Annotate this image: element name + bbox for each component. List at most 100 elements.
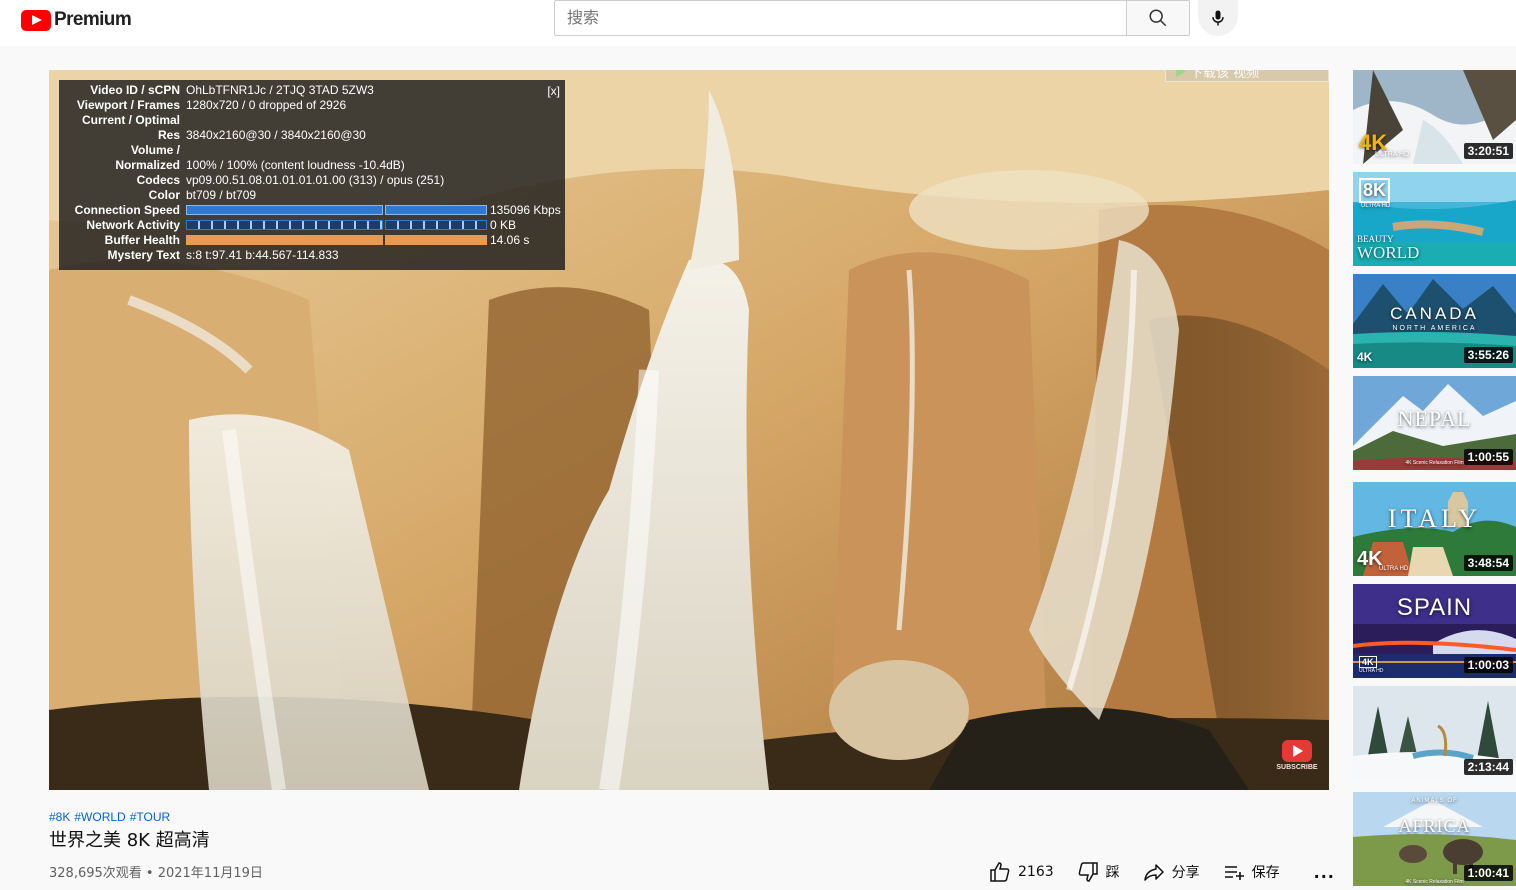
stats-value: 0 KB [490, 218, 517, 232]
video-duration: 1:00:03 [1463, 657, 1513, 673]
stats-label: Normalized [115, 158, 180, 172]
masthead: Premium [0, 0, 1516, 46]
dislike-button[interactable]: 踩 [1076, 860, 1120, 884]
thumbnail-title: WORLD [1357, 243, 1420, 262]
video-meta: 328,695次观看 • 2021年11月19日 [49, 862, 263, 881]
thumbnail-title: NEPAL [1397, 406, 1472, 431]
stats-value: 3840x2160@30 / 3840x2160@30 [186, 128, 366, 142]
thumbnail-badge-sub: ULTRA HD [1375, 151, 1410, 158]
video-duration: 3:55:26 [1463, 347, 1513, 363]
recommended-video-thumbnail[interactable]: SPAIN 4K ULTRA HD 1:00:03 [1353, 584, 1516, 678]
thumbnail-badge: 4K [1357, 350, 1373, 364]
stats-value: s:8 t:97.41 b:44.567-114.833 [186, 248, 339, 262]
hashtag-list: #8K #WORLD #TOUR [49, 810, 170, 824]
recommended-video-thumbnail[interactable]: CANADA NORTH AMERICA 4K 3:55:26 [1353, 274, 1516, 368]
hashtag-link[interactable]: #8K [49, 810, 70, 824]
stats-row: Video ID / sCPN OhLbTFNR1Jc / 2TJQ 3TAD 5… [59, 83, 565, 98]
stats-row: Mystery Text s:8 t:97.41 b:44.567-114.833 [59, 248, 565, 263]
voice-search-button[interactable] [1198, 0, 1238, 36]
thumbnail-badge: 8K [1359, 178, 1391, 203]
connection-speed-graph: 135096 Kbps [186, 203, 561, 218]
recommended-video-thumbnail[interactable]: 2:13:44 [1353, 686, 1516, 780]
download-video-widget[interactable]: ▶ 下载该 视频 [1165, 70, 1329, 82]
video-duration: 3:48:54 [1463, 555, 1513, 571]
buffer-health-graph: 14.06 s [186, 233, 529, 248]
playlist-add-icon [1224, 866, 1244, 880]
search-input[interactable] [554, 0, 1126, 36]
recommended-video-thumbnail[interactable]: 8K ULTRA HD BEAUTY WORLD [1353, 172, 1516, 266]
thumbnail-subtitle: ANIMALS OF [1411, 798, 1458, 804]
thumbnail-title: ITALY [1387, 504, 1482, 533]
video-actions: 2163 踩 分享 保存 ... [988, 860, 1335, 884]
view-count: 328,695次观看 [49, 866, 142, 881]
stats-value: OhLbTFNR1Jc / 2TJQ 3TAD 5ZW3 [186, 83, 374, 97]
stats-value: vp09.00.51.08.01.01.01.01.00 (313) / opu… [186, 173, 445, 187]
subscribe-watermark[interactable]: SUBSCRIBE [1276, 738, 1318, 778]
share-label: 分享 [1171, 865, 1200, 881]
video-duration: 2:13:44 [1463, 759, 1513, 775]
stats-row: Volume / [59, 143, 565, 158]
stats-label: Buffer Health [104, 233, 180, 247]
stats-value: 1280x720 / 0 dropped of 2926 [186, 98, 347, 112]
dislike-label: 踩 [1105, 865, 1120, 881]
share-icon [1143, 864, 1164, 881]
more-icon: ... [1313, 862, 1335, 882]
thumbnail-badge-sub: ULTRA HD [1379, 566, 1409, 572]
youtube-play-logo-icon [21, 9, 51, 31]
stats-label: Mystery Text [107, 248, 180, 262]
stats-label: Current / Optimal [81, 113, 180, 127]
like-count: 2163 [1018, 864, 1054, 880]
thumbnail-badge-sub: ULTRA HD [1359, 668, 1384, 674]
thumbnail-title: SPAIN [1396, 594, 1473, 621]
download-play-icon: ▶ [1176, 70, 1186, 79]
stats-value: 135096 Kbps [490, 203, 561, 217]
hashtag-link[interactable]: #WORLD [74, 810, 125, 824]
share-button[interactable]: 分享 [1142, 860, 1200, 884]
recommended-video-thumbnail[interactable]: ITALY 4K ULTRA HD 3:48:54 [1353, 482, 1516, 576]
logo-text: Premium [54, 9, 132, 30]
subscribe-watermark-label: SUBSCRIBE [1276, 764, 1318, 771]
stats-label: Connection Speed [74, 203, 180, 217]
youtube-premium-logo[interactable]: Premium [21, 8, 132, 32]
stats-label: Viewport / Frames [76, 98, 180, 112]
search-icon [1149, 9, 1167, 27]
stats-close-button[interactable]: [x] [547, 84, 560, 99]
stats-label: Color [148, 188, 180, 202]
video-duration: 1:00:55 [1463, 449, 1513, 465]
more-actions-button[interactable]: ... [1314, 863, 1335, 882]
search-button[interactable] [1126, 0, 1190, 36]
video-title: 世界之美 8K 超高清 [49, 830, 210, 851]
video-duration: 1:00:41 [1463, 865, 1513, 881]
thumbnail-title: CANADA [1390, 304, 1479, 323]
video-duration: 3:20:51 [1463, 143, 1513, 159]
stats-row: Res 3840x2160@30 / 3840x2160@30 [59, 128, 565, 143]
save-button[interactable]: 保存 [1222, 860, 1280, 884]
upload-date: 2021年11月19日 [157, 866, 263, 881]
stats-row: Current / Optimal [59, 113, 565, 128]
stats-row: Viewport / Frames 1280x720 / 0 dropped of… [59, 98, 565, 113]
network-activity-graph: 0 KB [186, 218, 516, 233]
save-label: 保存 [1251, 865, 1280, 881]
stats-row: Normalized 100% / 100% (content loudness … [59, 158, 565, 173]
stats-value: 14.06 s [490, 233, 530, 247]
hashtag-link[interactable]: #TOUR [130, 810, 170, 824]
recommended-video-thumbnail[interactable]: NEPAL 4K Scenic Relaxation Film 1:00:55 [1353, 376, 1516, 470]
stats-row: Codecs vp09.00.51.08.01.01.01.01.00 (313)… [59, 173, 565, 188]
thumbs-down-icon [1078, 862, 1098, 882]
stats-for-nerds-panel: [x] Video ID / sCPN OhLbTFNR1Jc / 2TJQ 3T… [59, 80, 565, 270]
thumbnail-subtitle: NORTH AMERICA [1392, 325, 1477, 332]
stats-row: Connection Speed 135096 Kbps [59, 203, 565, 218]
video-player[interactable]: [x] Video ID / sCPN OhLbTFNR1Jc / 2TJQ 3T… [49, 70, 1329, 790]
stats-row: Network Activity 0 KB [59, 218, 565, 233]
recommended-video-thumbnail[interactable]: 4K ULTRA HD 3:20:51 [1353, 70, 1516, 164]
meta-separator: • [145, 866, 154, 881]
stats-row: Buffer Health 14.06 s [59, 233, 565, 248]
recommended-video-thumbnail[interactable]: ANIMALS OF AFRICA 4K Scenic Relaxation F… [1353, 792, 1516, 886]
thumbnail-badge: 4K [1359, 656, 1377, 668]
stats-label: Res [157, 128, 180, 142]
stats-row: Color bt709 / bt709 [59, 188, 565, 203]
like-button[interactable]: 2163 [988, 860, 1054, 884]
subscribe-watermark-icon [1282, 740, 1312, 762]
stats-label: Network Activity [86, 218, 180, 232]
stats-value: bt709 / bt709 [186, 188, 257, 202]
